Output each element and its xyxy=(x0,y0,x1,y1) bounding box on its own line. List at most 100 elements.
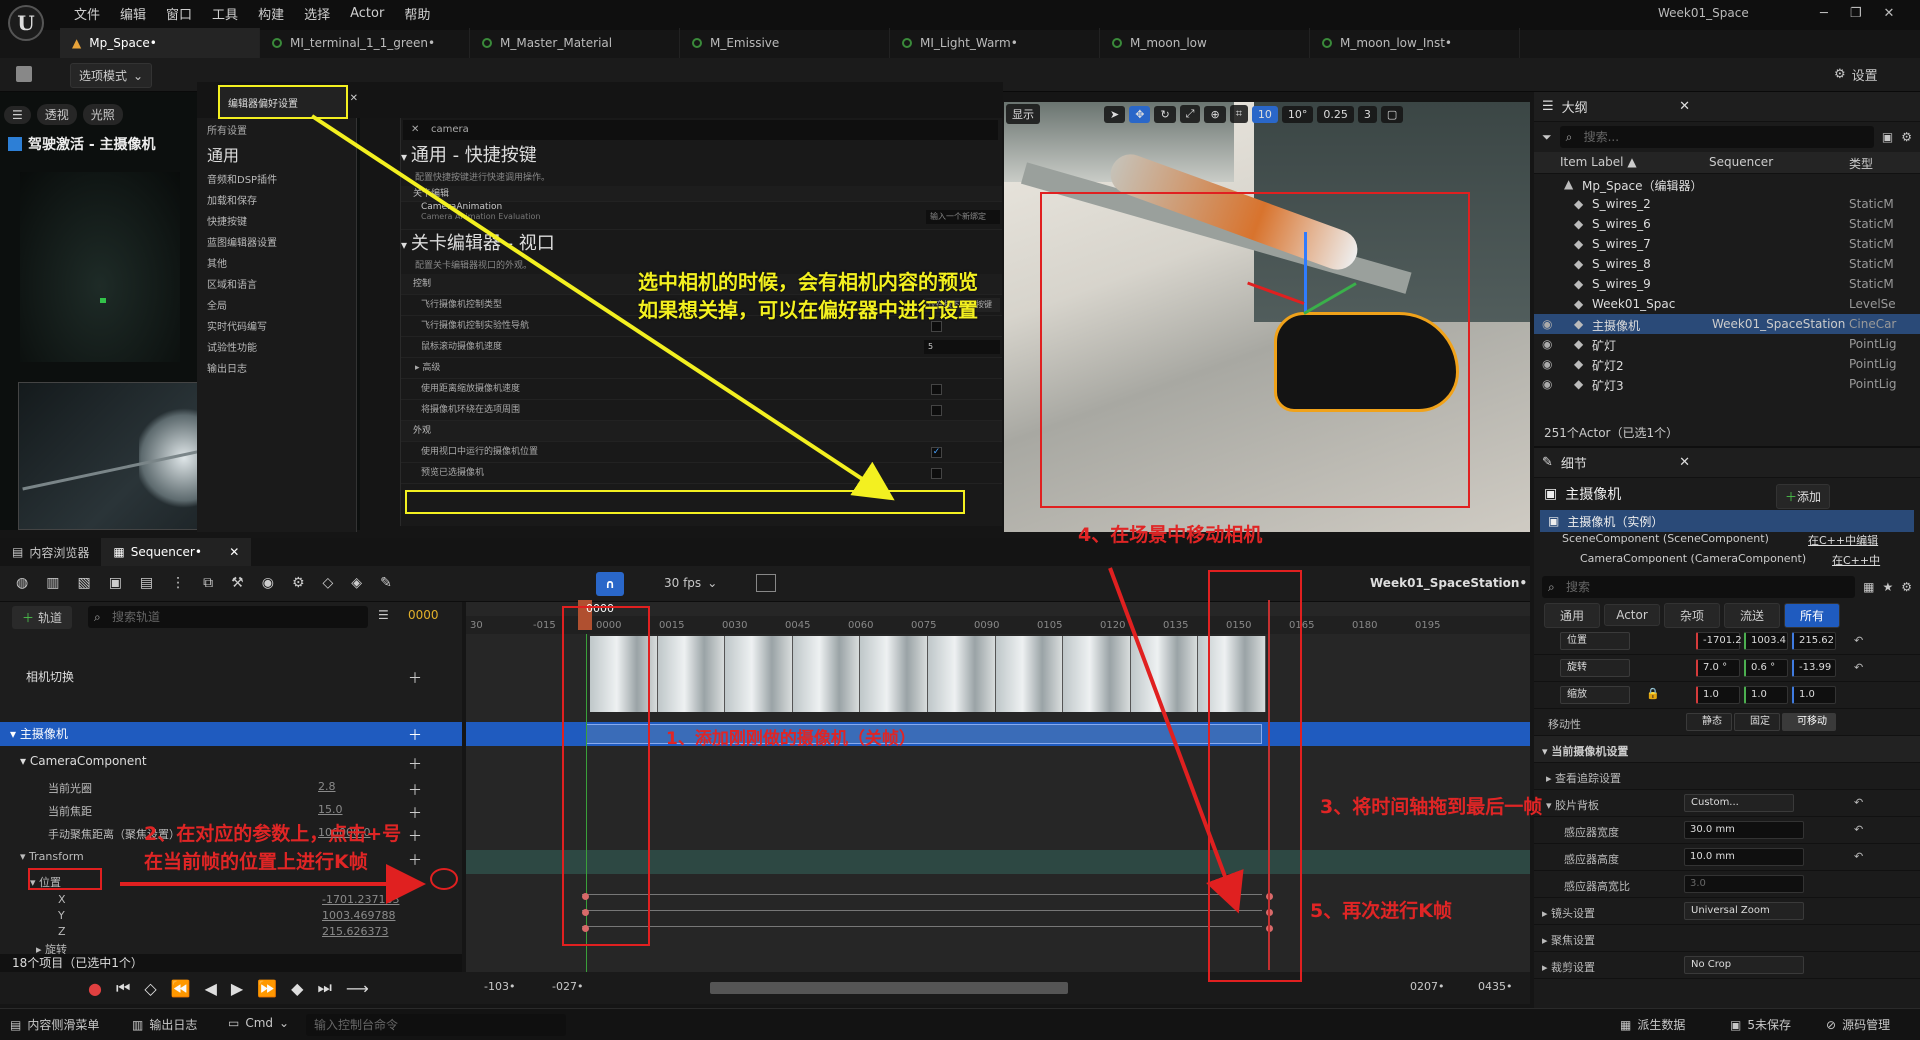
curve-icon[interactable]: ⋮ xyxy=(171,575,185,591)
reset-icon[interactable]: ↶ xyxy=(1854,850,1863,863)
outliner-row[interactable]: ◆ Week01_Spac LevelSe xyxy=(1534,294,1920,314)
section-viewport-title[interactable]: ▾ 关卡编辑器 - 视口 xyxy=(401,230,1002,258)
category-row[interactable]: 外观 xyxy=(401,421,1002,442)
loc-x-value[interactable]: -1701.237183 xyxy=(322,893,399,906)
binding-input[interactable]: 输入一个新绑定 xyxy=(926,210,1000,224)
grid-snap-button[interactable]: 10 xyxy=(1251,105,1278,123)
checkbox[interactable] xyxy=(931,468,942,479)
range-end[interactable]: 0207• xyxy=(1410,980,1444,993)
lighting-button[interactable]: 光照 xyxy=(82,104,123,125)
close-window-button[interactable]: ✕ xyxy=(1883,6,1894,21)
pref-category[interactable]: 音频和DSP插件 xyxy=(197,170,356,191)
tab-m-emissive[interactable]: M_Emissive xyxy=(680,28,890,58)
filter-icon[interactable]: ⏷ xyxy=(1542,130,1552,145)
crop-dropdown[interactable]: No Crop xyxy=(1684,956,1804,974)
outliner-row[interactable]: ◉ ◆ 矿灯2 PointLig xyxy=(1534,354,1920,374)
next-frame-button[interactable]: ⏩ xyxy=(257,979,277,998)
edit-cpp-link[interactable]: 在C++中编辑 xyxy=(1808,532,1878,548)
menu-file[interactable]: 文件 xyxy=(66,2,108,25)
select-tool[interactable]: ➤ xyxy=(1104,105,1126,123)
next-key-button[interactable]: ◆ xyxy=(291,979,303,998)
scale-dropdown[interactable]: 缩放 xyxy=(1560,686,1630,704)
menu-actor[interactable]: Actor xyxy=(342,4,392,23)
track-search[interactable]: ⌕ 搜索轨道 xyxy=(88,606,368,628)
derived-data-button[interactable]: ▦ 派生数据 xyxy=(1620,1016,1685,1033)
star-icon[interactable]: ★ xyxy=(1882,580,1893,594)
details-search[interactable]: ⌕ 搜索 xyxy=(1542,576,1856,598)
sensor-height-input[interactable]: 10.0 mm xyxy=(1684,848,1804,866)
reset-icon[interactable]: ↶ xyxy=(1854,796,1863,809)
filmback-dropdown[interactable]: Custom... xyxy=(1684,794,1794,812)
filter-icon[interactable]: ☰ xyxy=(378,608,389,622)
sensor-width-input[interactable]: 30.0 mm xyxy=(1684,821,1804,839)
close-icon[interactable]: ✕ xyxy=(1679,455,1690,470)
tab-mi-terminal[interactable]: MI_terminal_1_1_green• xyxy=(260,28,470,58)
maximize-viewport-icon[interactable]: ▢ xyxy=(1380,105,1404,123)
menu-select[interactable]: 选择 xyxy=(296,2,338,25)
track-camera-component[interactable]: ▾ CameraComponent ＋ xyxy=(0,754,462,774)
outliner-row[interactable]: ▲ Mp_Space（编辑器） xyxy=(1534,174,1920,194)
play-button[interactable]: ▶ xyxy=(231,979,243,998)
rotation-y[interactable]: 0.6 ° xyxy=(1744,659,1788,677)
focal-value[interactable]: 15.0 xyxy=(318,803,343,816)
track-aperture[interactable]: 当前光圈 2.8 ＋ xyxy=(0,780,462,800)
close-icon[interactable]: ✕ xyxy=(229,545,239,559)
visibility-eye-icon[interactable]: ◉ xyxy=(1542,377,1552,391)
menu-tools[interactable]: 工具 xyxy=(204,2,246,25)
category-camera-settings[interactable]: ▾ 当前摄像机设置 xyxy=(1534,736,1920,763)
eye-icon[interactable]: ◉ xyxy=(262,575,274,591)
snap-surface-icon[interactable]: ⌗ xyxy=(1229,105,1248,123)
loop-button[interactable]: ⟶ xyxy=(346,979,369,998)
key-auto-icon[interactable]: ◈ xyxy=(351,575,362,591)
add-folder-icon[interactable]: ▣ xyxy=(1882,130,1893,144)
preferences-search[interactable]: ✕ camera xyxy=(403,120,998,140)
aperture-value[interactable]: 2.8 xyxy=(318,780,336,793)
prev-frame-button[interactable]: ⏪ xyxy=(171,979,191,998)
world-icon[interactable]: ⊕ xyxy=(1204,105,1226,123)
find-icon[interactable]: ▧ xyxy=(77,575,90,591)
track-main-camera[interactable]: ▾ 主摄像机＋ xyxy=(0,722,462,746)
snap-magnet-button[interactable]: ∩ xyxy=(596,572,624,596)
lens-dropdown[interactable]: Universal Zoom xyxy=(1684,902,1804,920)
lock-icon[interactable]: 🔒 xyxy=(1646,687,1660,700)
keyframe-tool-icon[interactable]: ⧉ xyxy=(203,575,213,591)
filter-general[interactable]: 通用 xyxy=(1544,602,1600,628)
rotation-dropdown[interactable]: 旋转 xyxy=(1560,659,1630,677)
tab-content-browser[interactable]: ▤ 内容浏览器 xyxy=(0,538,101,566)
rotation-x[interactable]: 7.0 ° xyxy=(1696,659,1740,677)
add-component-button[interactable]: ＋添加 xyxy=(1776,484,1831,509)
pref-category[interactable]: 其他 xyxy=(197,254,356,275)
reset-icon[interactable]: ↶ xyxy=(1854,661,1863,674)
range-end-2[interactable]: 0435• xyxy=(1478,980,1512,993)
visibility-eye-icon[interactable]: ◉ xyxy=(1542,357,1552,371)
visibility-eye-icon[interactable]: ◉ xyxy=(1542,317,1552,331)
pref-category[interactable]: 试验性功能 xyxy=(197,338,356,359)
menu-help[interactable]: 帮助 xyxy=(396,2,438,25)
checkbox[interactable] xyxy=(931,384,942,395)
scale-y[interactable]: 1.0 xyxy=(1744,686,1788,704)
section-shortcuts-title[interactable]: ▾ 通用 - 快捷按键 xyxy=(401,142,1002,170)
speed-input[interactable]: 5 xyxy=(924,340,1000,354)
tab-m-moon-low[interactable]: M_moon_low xyxy=(1100,28,1310,58)
perspective-button[interactable]: 透视 xyxy=(36,104,77,125)
camera-speed-button[interactable]: 3 xyxy=(1357,105,1377,123)
mobility-static[interactable]: 静态 xyxy=(1686,713,1732,731)
reset-icon[interactable]: ↶ xyxy=(1854,823,1863,836)
visibility-eye-icon[interactable]: ◉ xyxy=(1542,337,1552,351)
scale-snap-button[interactable]: 0.25 xyxy=(1317,105,1354,123)
outliner-row[interactable]: ◆ S_wires_8 StaticM xyxy=(1534,254,1920,274)
rotation-z[interactable]: -13.99 xyxy=(1792,659,1836,677)
to-end-button[interactable]: ⏭ xyxy=(317,978,331,998)
outliner-row[interactable]: ◆ S_wires_9 StaticM xyxy=(1534,274,1920,294)
close-icon[interactable]: ✕ xyxy=(350,93,358,104)
maximize-button[interactable]: ❐ xyxy=(1850,6,1862,21)
clapper-icon[interactable]: ▤ xyxy=(140,575,153,591)
record-button[interactable]: ● xyxy=(88,979,102,998)
brush-icon[interactable]: ✎ xyxy=(380,575,392,591)
loc-y-value[interactable]: 1003.469788 xyxy=(322,909,395,922)
to-start-button[interactable]: ⏮ xyxy=(116,978,130,998)
save-icon[interactable]: ▥ xyxy=(46,575,59,591)
filter-misc[interactable]: 杂项 xyxy=(1664,602,1720,628)
prev-key-button[interactable]: ◇ xyxy=(144,979,156,998)
outliner-row[interactable]: ◉ ◆ 矿灯 PointLig xyxy=(1534,334,1920,354)
